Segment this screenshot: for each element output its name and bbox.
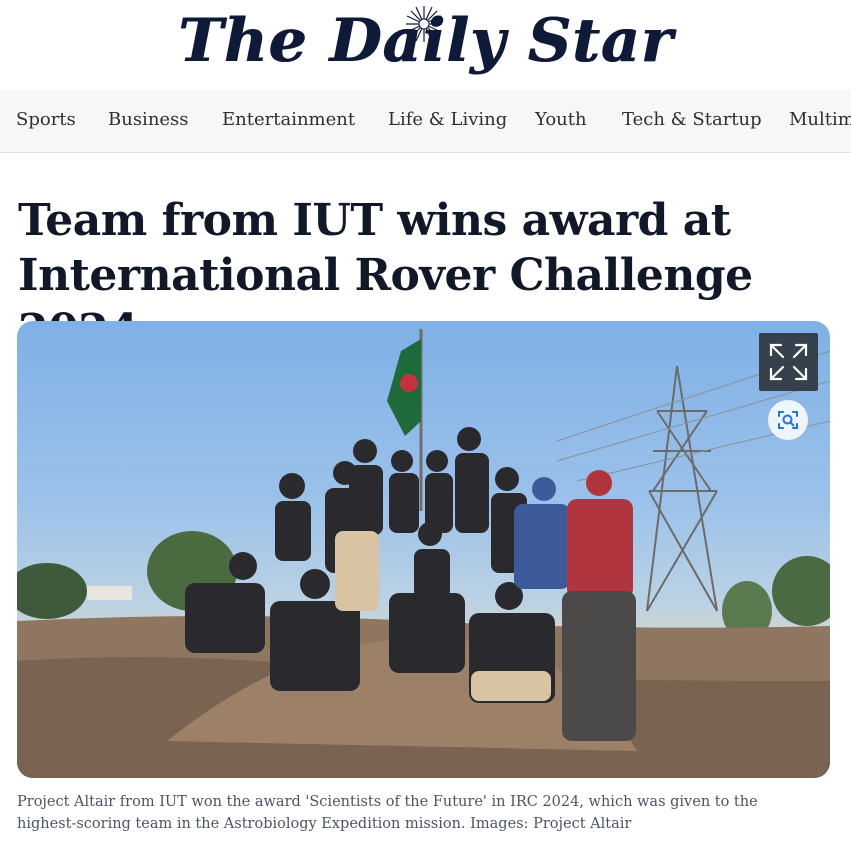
photo-caption: Project Altair from IUT won the award 'S… bbox=[17, 794, 758, 832]
nav-item-multimedia[interactable]: Multimedia bbox=[789, 109, 851, 130]
nav-item-entertainment[interactable]: Entertainment bbox=[222, 109, 355, 130]
expand-button[interactable] bbox=[759, 333, 818, 391]
nav-item-life-living[interactable]: Life & Living bbox=[388, 109, 507, 130]
lens-search-button[interactable] bbox=[768, 400, 808, 440]
lens-search-icon bbox=[778, 411, 798, 429]
nav-item-youth[interactable]: Youth bbox=[535, 109, 587, 130]
nav-item-sports[interactable]: Sports bbox=[16, 109, 76, 130]
nav-item-tech-startup[interactable]: Tech & Startup bbox=[622, 109, 762, 130]
main-nav: Sports Business Entertainment Life & Liv… bbox=[0, 90, 851, 153]
logo-star-icon bbox=[406, 6, 442, 42]
nav-item-business[interactable]: Business bbox=[108, 109, 189, 130]
expand-icon bbox=[769, 343, 808, 381]
photo-scene bbox=[17, 329, 830, 778]
masthead: The Daily Star bbox=[0, 0, 851, 90]
article-photo[interactable] bbox=[17, 321, 830, 778]
